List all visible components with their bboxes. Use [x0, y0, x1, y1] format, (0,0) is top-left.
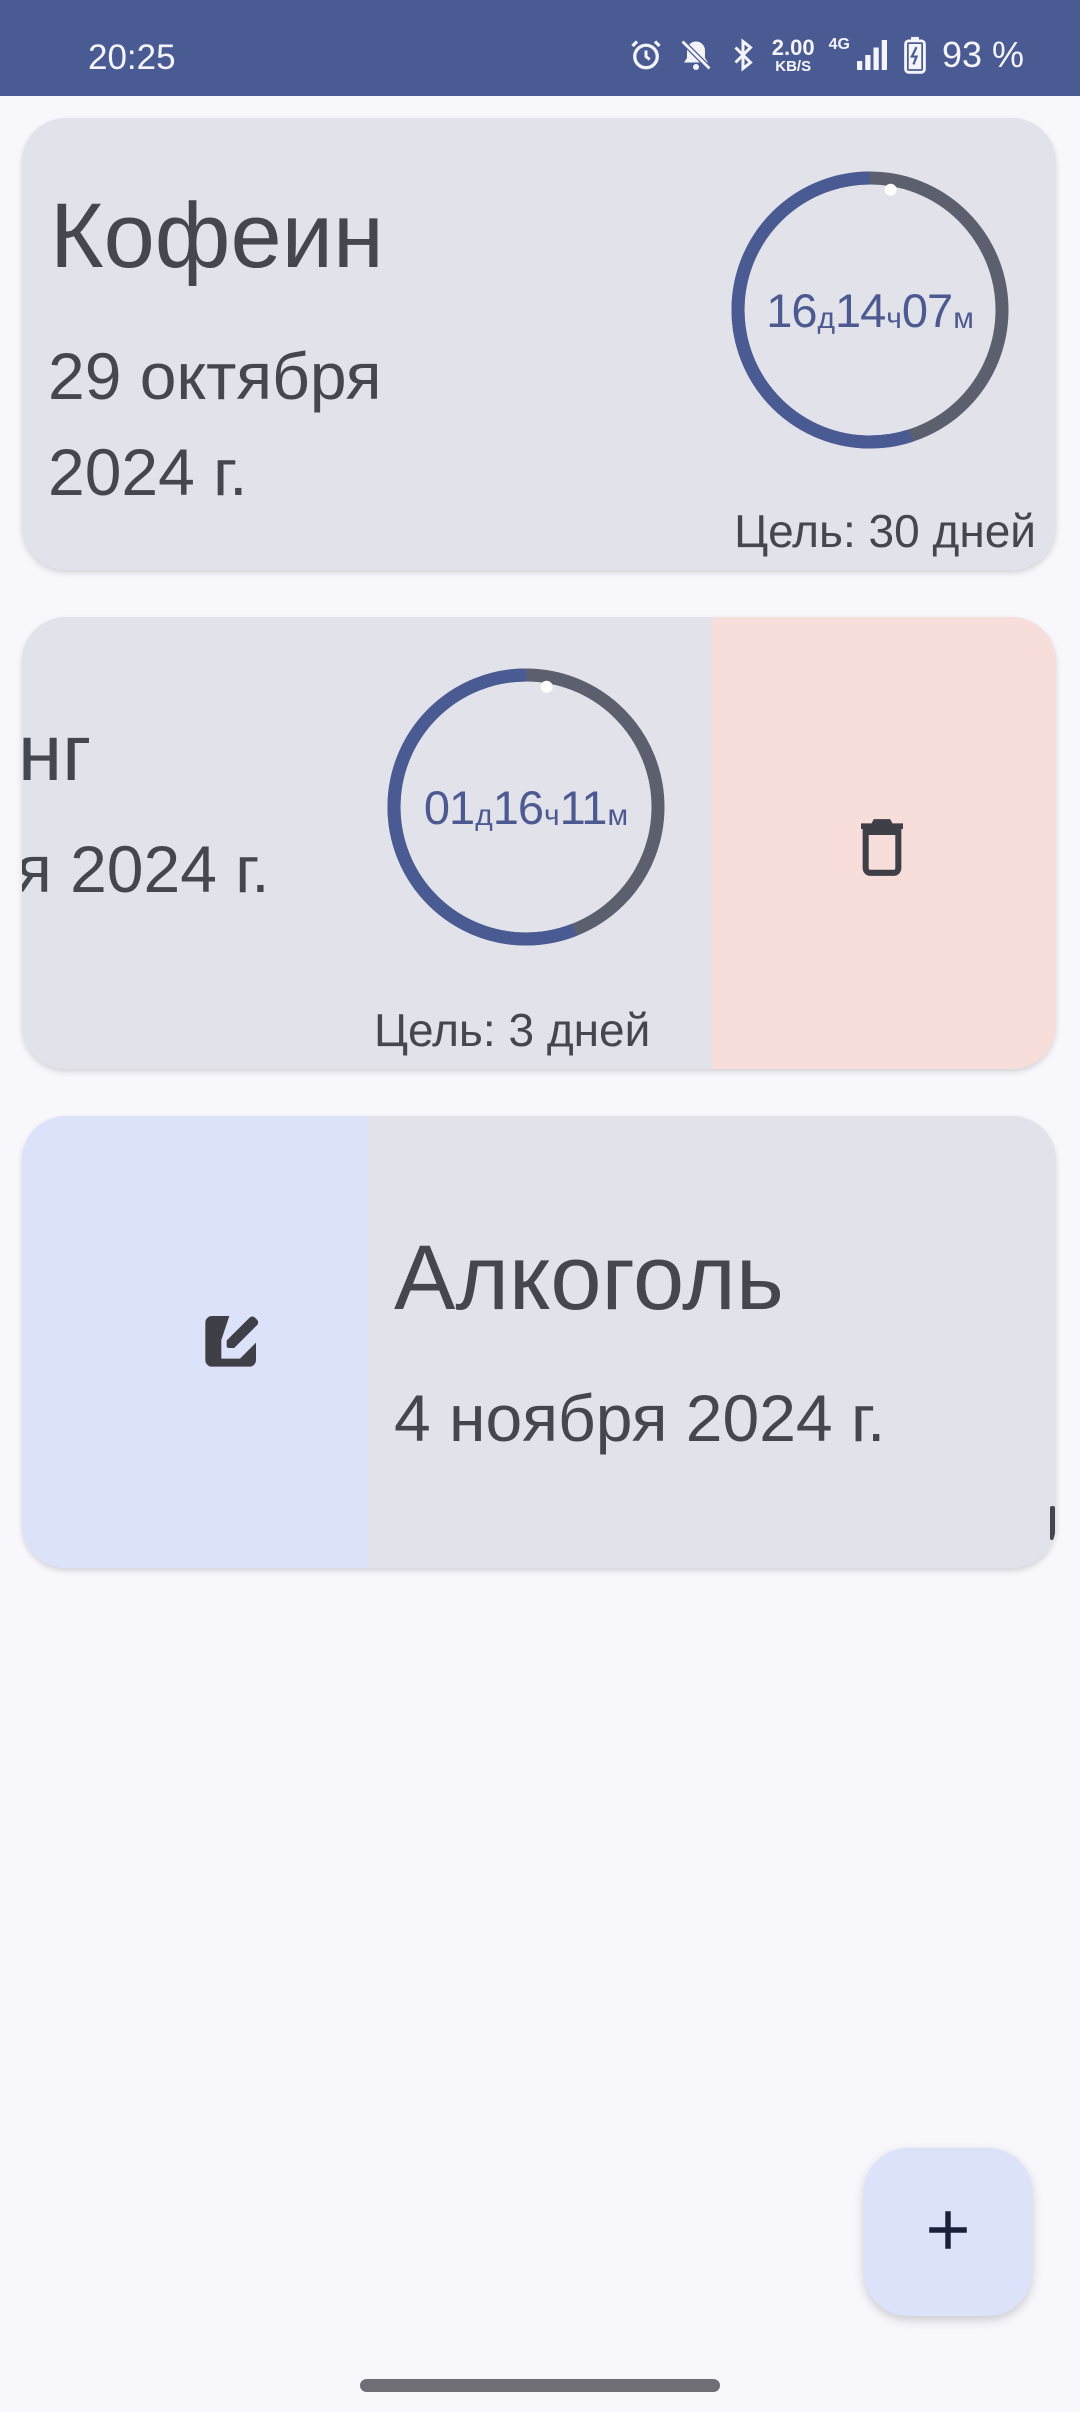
net-speed-unit: KB/S [775, 57, 812, 75]
status-icons: 2.00 KB/S 4G 93 % [628, 32, 1024, 78]
progress-ring: 16 д 14 ч 07 м [730, 170, 1010, 450]
add-tracker-button[interactable] [864, 2148, 1032, 2316]
plus-icon [923, 2205, 973, 2260]
tracker-card-swiped-edit[interactable]: Алкоголь 4 ноября 2024 г. [22, 1116, 1056, 1568]
card-date-line1: 29 октября [48, 339, 382, 413]
edit-icon[interactable] [200, 1308, 264, 1377]
bluetooth-icon [728, 37, 758, 73]
network-type: 4G [828, 36, 850, 53]
timer-days: 16 [766, 283, 817, 337]
timer-days-unit: д [817, 302, 834, 335]
card-goal: Цель: 30 дней [734, 505, 1036, 557]
status-bar: 20:25 2.00 KB/S 4G 93 % [0, 0, 1080, 96]
battery-percent: 93 % [941, 34, 1024, 75]
tracker-card-swiped-delete[interactable]: нг я 2024 г. 01 д 16 ч 11 м Цель: 3 дней [22, 617, 1056, 1069]
net-speed: 2.00 KB/S [771, 34, 815, 75]
timer-minutes-unit: м [607, 799, 628, 832]
status-time: 20:25 [88, 38, 176, 77]
timer-hours: 14 [834, 283, 886, 337]
goal-text-edge [1050, 1506, 1055, 1540]
timer-hours-unit: ч [544, 799, 560, 832]
card-title: нг [22, 708, 92, 797]
timer-hours-unit: ч [886, 302, 902, 335]
timer-days: 01 [423, 780, 475, 834]
timer-hours: 16 [492, 780, 544, 834]
timer-days-unit: д [475, 799, 492, 832]
card-title: Кофеин [50, 185, 384, 287]
card-date: 4 ноября 2024 г. [394, 1381, 886, 1455]
timer-minutes: 07 [901, 283, 953, 337]
card-goal: Цель: 3 дней [374, 1004, 651, 1056]
card-date: я 2024 г. [22, 832, 270, 906]
battery-icon [904, 36, 926, 74]
signal-icon [854, 37, 890, 73]
home-indicator[interactable] [360, 2379, 720, 2392]
alarm-icon [628, 37, 664, 73]
tracker-card-caffeine[interactable]: Кофеин 29 октября 2024 г. 16 д 14 ч 07 м Цель… [22, 118, 1056, 570]
elapsed-timer: 16 д 14 ч 07 м [730, 170, 1010, 450]
net-speed-value: 2.00 [771, 34, 815, 60]
trash-icon[interactable] [854, 815, 910, 882]
edit-action[interactable] [22, 1116, 368, 1568]
bell-off-icon [678, 37, 714, 73]
elapsed-timer: 01 д 16 ч 11 м [386, 667, 666, 947]
timer-minutes-unit: м [953, 302, 974, 335]
delete-action[interactable] [712, 617, 1056, 1069]
progress-ring: 01 д 16 ч 11 м [386, 667, 666, 947]
timer-minutes: 11 [559, 780, 608, 834]
card-date-line2: 2024 г. [48, 435, 248, 509]
card-title: Алкоголь [394, 1227, 784, 1329]
